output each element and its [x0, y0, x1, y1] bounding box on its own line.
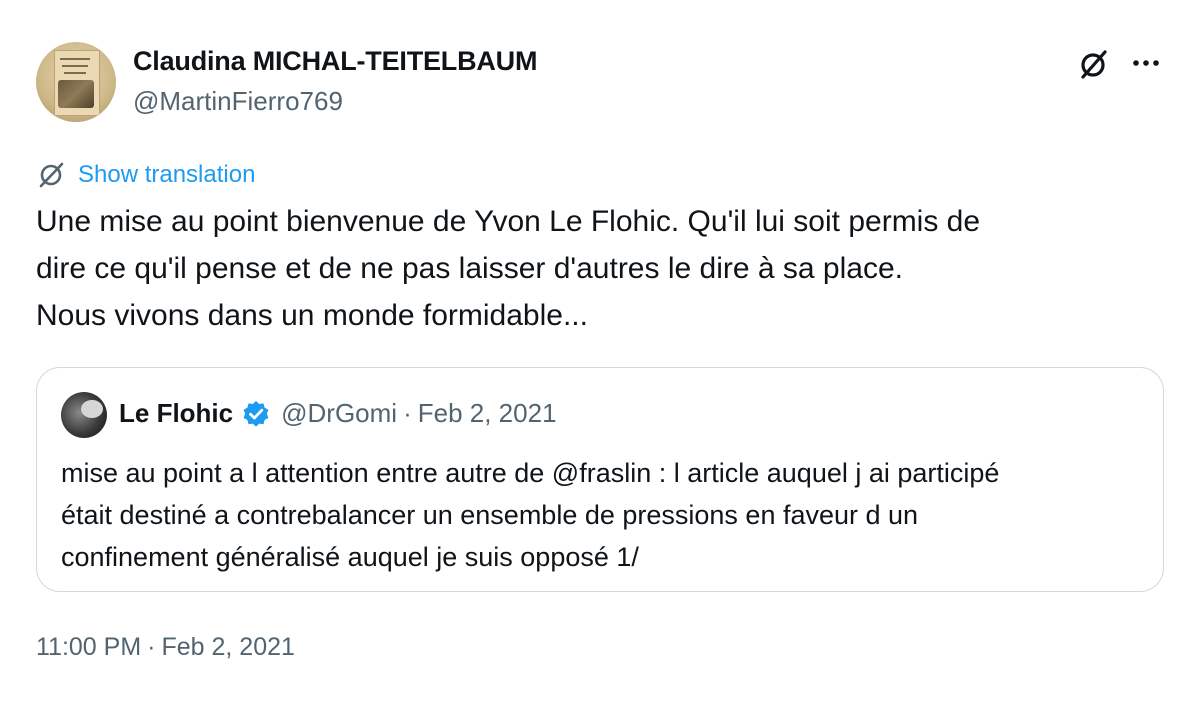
author-handle[interactable]: @MartinFierro769: [133, 86, 343, 117]
tweet-text-line: dire ce qu'il pense et de ne pas laisser…: [36, 252, 903, 285]
quoted-avatar-highlight: [81, 400, 103, 418]
show-translation-link[interactable]: Show translation: [36, 160, 255, 190]
tweet-time[interactable]: 11:00 PM: [36, 633, 141, 661]
quoted-separator: ·: [403, 398, 412, 428]
author-avatar[interactable]: [36, 42, 116, 122]
avatar-title-line: [62, 65, 88, 67]
quoted-text-line: était destiné a contrebalancer un ensemb…: [61, 500, 919, 530]
quoted-author-avatar[interactable]: [61, 392, 107, 438]
quoted-tweet-date[interactable]: Feb 2, 2021: [418, 398, 557, 429]
translate-icon: [39, 162, 64, 188]
tweet-text-line: Une mise au point bienvenue de Yvon Le F…: [36, 205, 981, 238]
author-display-name[interactable]: Claudina MICHAL-TEITELBAUM: [133, 46, 537, 77]
tweet: Claudina MICHAL-TEITELBAUM @MartinFierro…: [0, 0, 1198, 702]
tweet-text-line: Nous vivons dans un monde formidable...: [36, 299, 588, 332]
quoted-text-line: mise au point a l attention entre autre …: [61, 458, 1000, 488]
verified-badge-icon: [243, 400, 269, 427]
quoted-tweet-text: mise au point a l attention entre autre …: [61, 452, 999, 578]
show-translation-label[interactable]: Show translation: [78, 161, 255, 189]
timestamp-separator: ·: [147, 633, 156, 661]
quoted-author-handle[interactable]: @DrGomi: [281, 398, 397, 429]
quoted-author-name[interactable]: Le Flohic: [119, 398, 233, 429]
quoted-text-line: confinement généralisé auquel je suis op…: [61, 542, 639, 572]
avatar-title-line: [60, 58, 90, 60]
more-icon[interactable]: [1128, 48, 1164, 78]
quoted-tweet-card[interactable]: Le Flohic @DrGomi · Feb 2, 2021 mise au …: [36, 367, 1164, 592]
tweet-text: Une mise au point bienvenue de Yvon Le F…: [36, 198, 1166, 339]
avatar-illustration: [58, 80, 94, 108]
tweet-date[interactable]: Feb 2, 2021: [161, 633, 294, 661]
tweet-timestamp[interactable]: 11:00 PM · Feb 2, 2021: [36, 633, 295, 662]
grok-icon[interactable]: [1076, 48, 1110, 82]
avatar-title-line: [64, 72, 86, 74]
quoted-tweet-header: Le Flohic @DrGomi · Feb 2, 2021: [119, 398, 557, 429]
